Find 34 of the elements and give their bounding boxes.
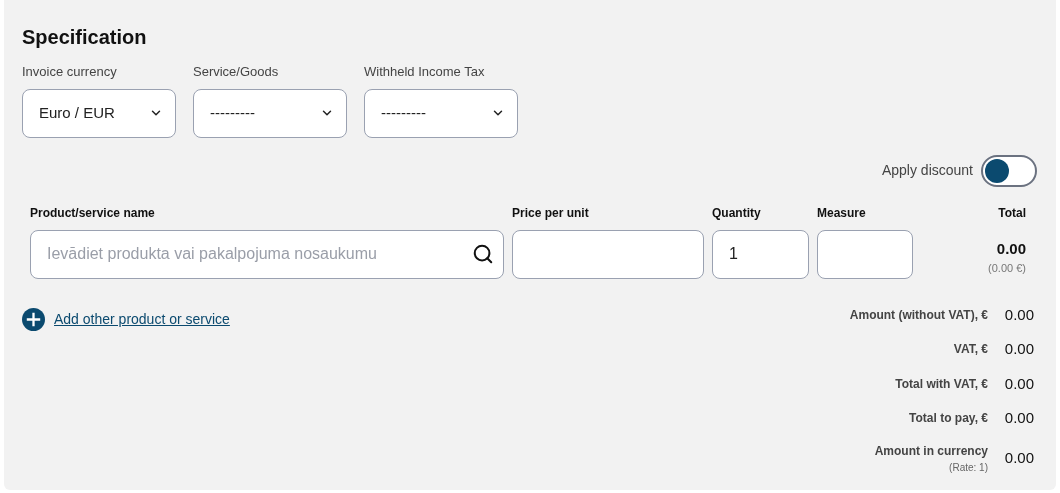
rate-note: (Rate: 1) [949, 460, 988, 475]
column-header: Product/service name [30, 204, 156, 222]
summary-label: Total to pay, € [909, 410, 988, 428]
product-search-field[interactable]: Ievādiet produkta vai pakalpojuma nosaukumu [30, 229, 504, 279]
field-label: Withheld Income Tax [364, 63, 486, 81]
summary-label: Amount in currency [874, 442, 988, 460]
column-header: Total [998, 204, 1026, 222]
summary-label: Amount (without VAT), € [849, 306, 988, 324]
summary-value: 0.00 [1003, 447, 1034, 468]
section-title: Specification [22, 25, 148, 50]
toggle-label: Apply discount [881, 161, 973, 180]
price-field[interactable] [512, 229, 704, 279]
dropdown[interactable]: Euro / EUR [22, 88, 176, 138]
summary-value: 0.00 [1003, 408, 1034, 428]
field-label: Invoice currency [22, 63, 118, 81]
summary-value: 0.00 [1003, 373, 1034, 394]
line-total-eur: (0.00 €) [988, 261, 1026, 276]
summary-label: Total with VAT, € [895, 375, 988, 393]
measure-field[interactable] [817, 229, 913, 279]
column-header: Price per unit [512, 204, 590, 222]
quantity-field[interactable]: 1 [712, 229, 809, 279]
dropdown[interactable]: --------- [364, 88, 518, 138]
summary-value: 0.00 [1003, 339, 1034, 359]
plus-circle-icon[interactable] [22, 308, 45, 331]
column-header: Quantity [712, 204, 762, 222]
search-icon [472, 242, 494, 265]
line-total: 0.00 [996, 238, 1026, 259]
toggle-switch[interactable] [981, 154, 1037, 187]
summary-label: VAT, € [953, 341, 988, 359]
summary-value: 0.00 [1003, 304, 1034, 325]
dropdown[interactable]: --------- [193, 88, 347, 138]
field-label: Service/Goods [193, 63, 280, 81]
column-header: Measure [817, 204, 867, 222]
add-product-link[interactable]: Add other product or service [54, 309, 230, 330]
